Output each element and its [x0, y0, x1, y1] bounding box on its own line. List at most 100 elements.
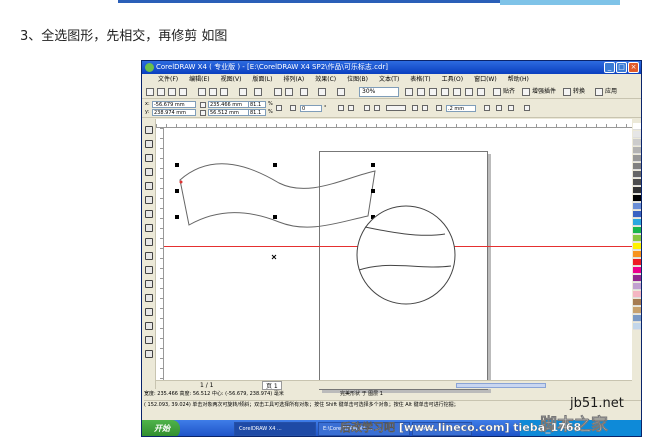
convert-to-curves-icon[interactable] [524, 105, 530, 111]
swatch-lavender[interactable] [633, 283, 641, 290]
menu-file[interactable]: 文件(F) [158, 74, 178, 85]
menu-bitmaps[interactable]: 位图(B) [347, 74, 368, 85]
close-button[interactable]: × [628, 62, 639, 73]
swatch-gray-60[interactable] [633, 171, 641, 178]
enhance-plugin-label[interactable]: 增强插件 [532, 87, 556, 97]
convert-label[interactable]: 转换 [573, 87, 585, 97]
application-icon[interactable] [595, 88, 603, 96]
swatch-white[interactable] [633, 123, 641, 130]
scale-y-field[interactable]: 81.1 [248, 109, 266, 116]
handle-bottom-center[interactable] [273, 215, 277, 219]
to-back-icon[interactable] [508, 105, 514, 111]
menu-arrange[interactable]: 排列(A) [283, 74, 304, 85]
arrow-end-icon[interactable] [422, 105, 428, 111]
snap-label[interactable]: 贴齐 [503, 87, 515, 97]
crop-tool-icon[interactable] [145, 154, 153, 162]
vertical-ruler[interactable] [156, 128, 164, 380]
menu-text[interactable]: 文本(T) [379, 74, 399, 85]
zoom-in-icon[interactable] [337, 88, 345, 96]
open-icon[interactable] [157, 88, 165, 96]
swatch-black[interactable] [633, 195, 641, 202]
maximize-button[interactable]: □ [616, 62, 627, 73]
swatch-gray-10[interactable] [633, 131, 641, 138]
circle-intersection[interactable] [356, 205, 456, 305]
shape-tool-icon[interactable] [145, 140, 153, 148]
width-field[interactable]: 235.466 mm [208, 101, 252, 108]
ellipse-tool-icon[interactable] [145, 224, 153, 232]
swatch-gray-80[interactable] [633, 187, 641, 194]
table-tool-icon[interactable] [145, 280, 153, 288]
swatch-magenta[interactable] [633, 267, 641, 274]
zoom-tool-side-icon[interactable] [145, 168, 153, 176]
swatch-lime[interactable] [633, 235, 641, 242]
swatch-steel[interactable] [633, 315, 641, 322]
swatch-blue-light[interactable] [633, 203, 641, 210]
swatch-gray-70[interactable] [633, 179, 641, 186]
handle-top-right[interactable] [371, 163, 375, 167]
swatch-pink[interactable] [633, 291, 641, 298]
handle-top-center[interactable] [273, 163, 277, 167]
paste-icon[interactable] [220, 88, 228, 96]
mirror-horizontal-icon[interactable] [338, 105, 344, 111]
convert-icon[interactable] [563, 88, 571, 96]
freehand-tool-icon[interactable] [145, 182, 153, 190]
lock-ratio-icon[interactable] [276, 105, 282, 111]
text-tool-icon[interactable] [145, 266, 153, 274]
swatch-blue[interactable] [633, 211, 641, 218]
menu-layout[interactable]: 版面(L) [252, 74, 272, 85]
interactive-fill-tool-icon[interactable] [145, 350, 153, 358]
swatch-gray-30[interactable] [633, 147, 641, 154]
redo-icon[interactable] [254, 88, 262, 96]
horizontal-ruler[interactable] [156, 119, 632, 128]
arrow-start-icon[interactable] [412, 105, 418, 111]
ribbon-shape[interactable] [179, 163, 376, 228]
menu-table[interactable]: 表格(T) [410, 74, 430, 85]
print-icon[interactable] [179, 88, 187, 96]
swatch-tan[interactable] [633, 307, 641, 314]
y-position-field[interactable]: 238.974 mm [152, 109, 196, 116]
polygon-tool-icon[interactable] [145, 238, 153, 246]
minimize-button[interactable]: _ [604, 62, 615, 73]
menu-window[interactable]: 窗口(W) [474, 74, 497, 85]
drawing-canvas[interactable] [164, 128, 632, 390]
page-tab[interactable]: 页 1 [262, 381, 282, 390]
horizontal-scrollbar-thumb[interactable] [456, 383, 546, 388]
outline-width-field[interactable]: .2 mm [446, 105, 476, 112]
node-marker[interactable] [179, 180, 183, 184]
handle-bottom-left[interactable] [175, 215, 179, 219]
menu-effects[interactable]: 效果(C) [315, 74, 336, 85]
zoom-out-icon[interactable] [417, 88, 425, 96]
zoom-height-icon[interactable] [477, 88, 485, 96]
save-icon[interactable] [168, 88, 176, 96]
welcome-screen-icon[interactable] [318, 88, 326, 96]
handle-middle-right[interactable] [371, 189, 375, 193]
undo-icon[interactable] [239, 88, 247, 96]
swatch-gray-50[interactable] [633, 163, 641, 170]
snap-icon[interactable] [493, 88, 501, 96]
basic-shapes-tool-icon[interactable] [145, 252, 153, 260]
swatch-purple[interactable] [633, 275, 641, 282]
smart-fill-tool-icon[interactable] [145, 196, 153, 204]
to-front-icon[interactable] [496, 105, 502, 111]
wrap-text-icon[interactable] [484, 105, 490, 111]
zoom-selected-icon[interactable] [441, 88, 449, 96]
zoom-tool-icon[interactable] [405, 88, 413, 96]
zoom-all-icon[interactable] [453, 88, 461, 96]
copy-icon[interactable] [209, 88, 217, 96]
outline-tool-icon[interactable] [145, 322, 153, 330]
start-button[interactable]: 开始 [142, 420, 180, 436]
swatch-brown[interactable] [633, 299, 641, 306]
import-icon[interactable] [274, 88, 282, 96]
x-position-field[interactable]: -56.679 mm [152, 101, 196, 108]
swatch-red[interactable] [633, 259, 641, 266]
height-field[interactable]: 56.512 mm [208, 109, 252, 116]
handle-top-left[interactable] [175, 163, 179, 167]
line-style-select[interactable] [386, 105, 406, 111]
menu-help[interactable]: 帮助(H) [508, 74, 529, 85]
pick-tool-icon[interactable] [145, 126, 153, 134]
swatch-cyan[interactable] [633, 219, 641, 226]
export-icon[interactable] [285, 88, 293, 96]
swatch-pale-blue[interactable] [633, 323, 641, 330]
zoom-page-icon[interactable] [429, 88, 437, 96]
menu-edit[interactable]: 编辑(E) [189, 74, 209, 85]
